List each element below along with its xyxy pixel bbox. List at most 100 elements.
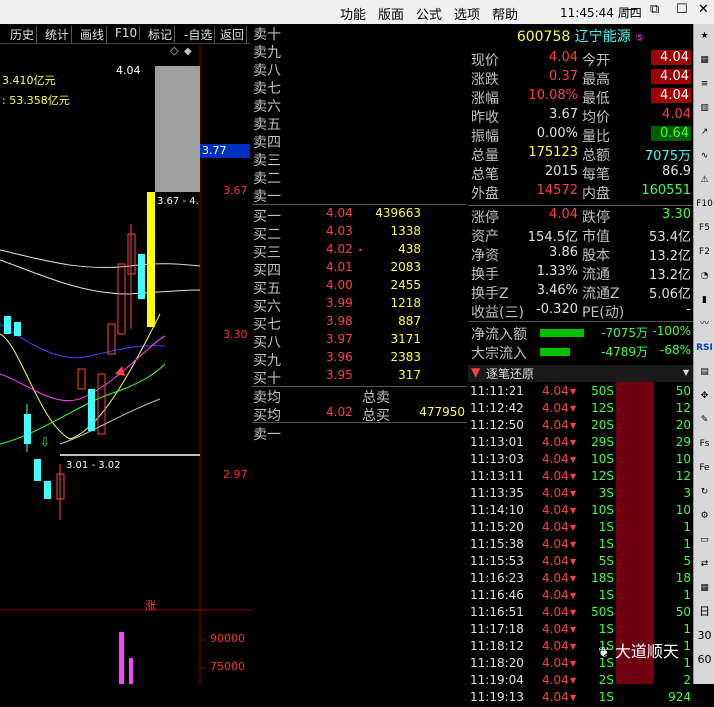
minimize-icon[interactable]: —	[624, 2, 637, 17]
buy-level-volume: 1218	[390, 296, 421, 310]
line-icon[interactable]: ∿	[696, 148, 713, 164]
tick-volume: 5S	[598, 554, 614, 568]
stat-label: 换手	[471, 267, 499, 283]
menu-item-function[interactable]: 功能	[340, 4, 366, 23]
maximize-icon[interactable]: ☐	[676, 2, 688, 17]
tick-row: 11:19:04 4.04 ▼ 2S 2	[468, 673, 693, 690]
arrow-icon[interactable]: ⇄	[696, 556, 713, 572]
ma-line-white	[0, 249, 201, 269]
stat-row: 振幅 0.00% 量比 0.64	[468, 126, 693, 145]
stat-row: 换手Z 3.46% 流通Z 5.06亿	[468, 283, 693, 302]
toolbar-back[interactable]: 返回	[218, 26, 248, 43]
tick-count: 924	[668, 690, 691, 704]
tick-price: 4.04	[542, 418, 569, 432]
chart-toolbar: 历史 统计 画线 F10 标记 -自选 返回	[0, 24, 250, 44]
tick-down-icon: ▼	[570, 506, 577, 515]
flow-label: 大宗流入	[471, 346, 527, 362]
sell-level-row: 卖一	[252, 186, 467, 205]
tick-volume: 50S	[591, 605, 614, 619]
refresh-icon[interactable]: ↻	[696, 484, 713, 500]
stat-row: 昨收 3.67 均价 4.04	[468, 107, 693, 126]
buy-level-price: 4.01	[326, 260, 353, 274]
buy-level-price: 4.03	[326, 224, 353, 238]
60-icon[interactable]: 60	[696, 652, 713, 668]
bar-icon[interactable]: ▮	[696, 292, 713, 308]
table-icon[interactable]: ▦	[696, 580, 713, 596]
close-icon[interactable]: ✕	[698, 2, 709, 17]
toolbar-history[interactable]: 历史	[8, 26, 38, 43]
buy-level-label: 买四	[253, 263, 281, 279]
rsi-icon[interactable]: RSI	[696, 340, 713, 356]
bars-icon[interactable]: ▥	[696, 100, 713, 116]
menu-item-options[interactable]: 选项	[454, 4, 480, 23]
toolbar-mark[interactable]: 标记	[146, 26, 176, 43]
stat-value: 13.2亿	[649, 268, 691, 283]
stat-label: 总笔	[471, 167, 499, 183]
day-icon[interactable]: 日	[696, 604, 713, 620]
order-book: 卖十 卖九 卖八 卖七 卖六 卖五 卖四 卖三 卖二 卖一 买一 4.04 439663 买二 4.03 1…	[252, 24, 467, 684]
clock-time: 11:45:44	[560, 6, 614, 20]
today-bar	[155, 66, 200, 192]
trend-icon[interactable]: ↗	[696, 124, 713, 140]
pen-icon[interactable]: ✎	[696, 412, 713, 428]
grid-icon[interactable]: ▦	[696, 52, 713, 68]
tick-price: 4.04	[542, 605, 569, 619]
alert-icon[interactable]: ⚠	[696, 172, 713, 188]
sell-level-label: 卖七	[253, 81, 281, 97]
move-icon[interactable]: ✥	[696, 388, 713, 404]
pie-icon[interactable]: ◔	[696, 268, 713, 284]
tick-volume: 50S	[591, 384, 614, 398]
stat-label: 最低	[582, 91, 610, 107]
tick-count: 5	[683, 554, 691, 568]
tick-row: 11:17:18 4.04 ▼ 1S 1	[468, 622, 693, 639]
stat-value: 0.00%	[536, 126, 578, 141]
fe-icon[interactable]: Fe	[696, 460, 713, 476]
tick-count: 29	[675, 435, 691, 449]
stat-row: 涨幅 10.08% 最低 4.04	[468, 88, 693, 107]
buy-level-price: 3.98	[326, 314, 353, 328]
f10-icon[interactable]: F10	[696, 196, 713, 212]
tick-time: 11:17:18	[470, 622, 524, 636]
menu-item-help[interactable]: 帮助	[492, 4, 518, 23]
toolbar-draw[interactable]: 画线	[78, 26, 108, 43]
tick-time: 11:18:12	[470, 639, 524, 653]
menu-item-layout[interactable]: 版面	[378, 4, 404, 23]
stat-row: 收益(三) -0.320 PE(动) -	[468, 302, 693, 321]
stat-label: 股本	[582, 248, 610, 264]
star-icon[interactable]: ★	[696, 28, 713, 44]
stat-label: 收益(三)	[471, 305, 524, 321]
doc-icon[interactable]: ▭	[696, 532, 713, 548]
toolbar-watchlist[interactable]: -自选	[182, 26, 216, 43]
tick-time: 11:18:20	[470, 656, 524, 670]
stat-label: 外盘	[471, 186, 499, 202]
stat-label: 资产	[471, 229, 499, 245]
list-icon[interactable]: ≡	[696, 76, 713, 92]
ma-line-white-2	[0, 259, 201, 295]
buy-level-volume: 887	[398, 314, 421, 328]
stat-label: 换手Z	[471, 286, 509, 302]
wave-icon[interactable]: 〰	[696, 316, 713, 332]
30-icon[interactable]: 30	[696, 628, 713, 644]
stat-value: 7075万	[644, 149, 691, 164]
f2-icon[interactable]: F2	[696, 244, 713, 260]
tool-icon[interactable]: ⚙	[696, 508, 713, 524]
menu-bar: 功能 版面 公式 选项 帮助 11:45:44 周四 — ⧉ ☐ ✕	[0, 0, 714, 24]
range-label-bottom: 3.01 - 3.02	[66, 460, 121, 471]
ticks-dropdown-icon[interactable]: ▾	[683, 365, 689, 379]
menu-item-formula[interactable]: 公式	[416, 4, 442, 23]
buy-level-row: 买八 3.97 3171	[252, 332, 467, 351]
stat-row: 现价 4.04 今开 4.04	[468, 50, 693, 69]
flow-row: 大宗流入 -4789万 -68%	[468, 343, 693, 362]
kline-chart[interactable]: ⇩ ◇ ◆ 3.410亿元 : 53.358亿元 4.04 3.67 3.30 …	[0, 44, 250, 684]
restore-icon[interactable]: ⧉	[650, 2, 659, 17]
f5-icon[interactable]: F5	[696, 220, 713, 236]
limit-up-marker: 涨	[145, 599, 156, 612]
overlay-amount-1: 3.410亿元	[2, 74, 56, 87]
tick-time: 11:11:21	[470, 384, 524, 398]
buy-avg-value: 4.02	[326, 405, 353, 419]
tick-price: 4.04	[542, 503, 569, 517]
fs-icon[interactable]: Fs	[696, 436, 713, 452]
layout-icon[interactable]: ▤	[696, 364, 713, 380]
toolbar-stats[interactable]: 统计	[43, 26, 73, 43]
toolbar-f10[interactable]: F10	[113, 26, 141, 40]
